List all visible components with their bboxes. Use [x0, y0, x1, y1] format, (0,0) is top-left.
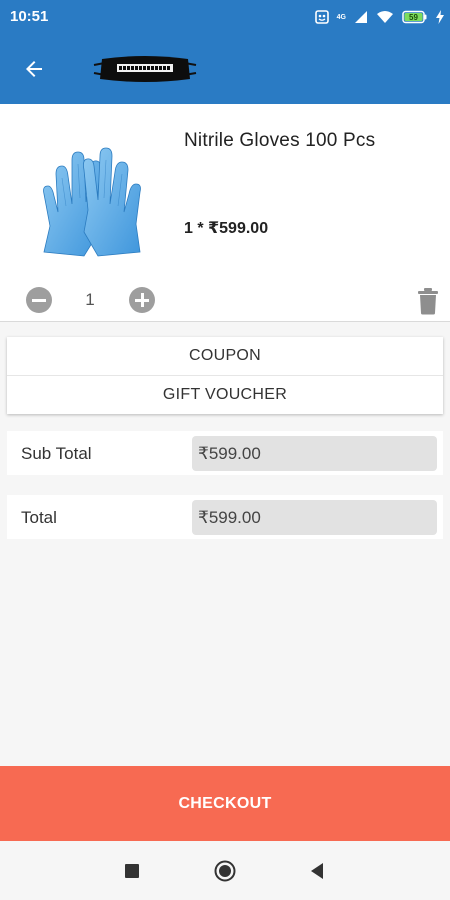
gift-voucher-button[interactable]: GIFT VOUCHER	[7, 376, 443, 414]
total-value: ₹599.00	[192, 500, 437, 535]
subtotal-row: Sub Total ₹599.00	[7, 431, 443, 475]
subtotal-value: ₹599.00	[192, 436, 437, 471]
navigation-bar	[0, 841, 450, 900]
status-bar: 10:51 4G 59	[0, 0, 450, 34]
notification-icon	[314, 10, 329, 24]
status-icons: 4G 59	[314, 8, 444, 26]
arrow-left-icon	[26, 61, 42, 77]
subtotal-label: Sub Total	[21, 444, 92, 463]
cart-item: Nitrile Gloves 100 Pcs 1 * ₹599.00 1	[0, 104, 450, 322]
divider	[0, 321, 450, 322]
battery-icon: 59	[402, 10, 427, 24]
blue-gloves-image	[30, 134, 155, 259]
total-label: Total	[21, 508, 57, 527]
checkout-button[interactable]: CHECKOUT	[0, 766, 450, 841]
total-row: Total ₹599.00	[7, 495, 443, 539]
status-time: 10:51	[10, 8, 49, 25]
network-label: 4G	[336, 13, 346, 21]
product-price: 1 * ₹599.00	[184, 220, 269, 237]
signal-icon	[355, 11, 367, 23]
mask-logo	[90, 51, 200, 87]
promo-card: COUPON GIFT VOUCHER	[7, 337, 443, 414]
trash-icon	[418, 288, 438, 315]
delete-item-button[interactable]	[416, 287, 440, 315]
recents-icon[interactable]	[125, 864, 139, 878]
product-name: Nitrile Gloves 100 Pcs	[184, 130, 376, 151]
quantity-value: 1	[85, 290, 95, 309]
home-icon[interactable]	[214, 860, 236, 882]
wifi-icon	[377, 11, 393, 23]
charging-icon	[436, 10, 444, 24]
decrease-quantity-button[interactable]	[26, 287, 52, 313]
coupon-button[interactable]: COUPON	[7, 337, 443, 376]
app-bar	[0, 34, 450, 104]
back-button[interactable]	[16, 54, 56, 84]
back-icon[interactable]	[310, 862, 324, 880]
increase-quantity-button[interactable]	[129, 287, 155, 313]
battery-level: 59	[409, 13, 418, 22]
